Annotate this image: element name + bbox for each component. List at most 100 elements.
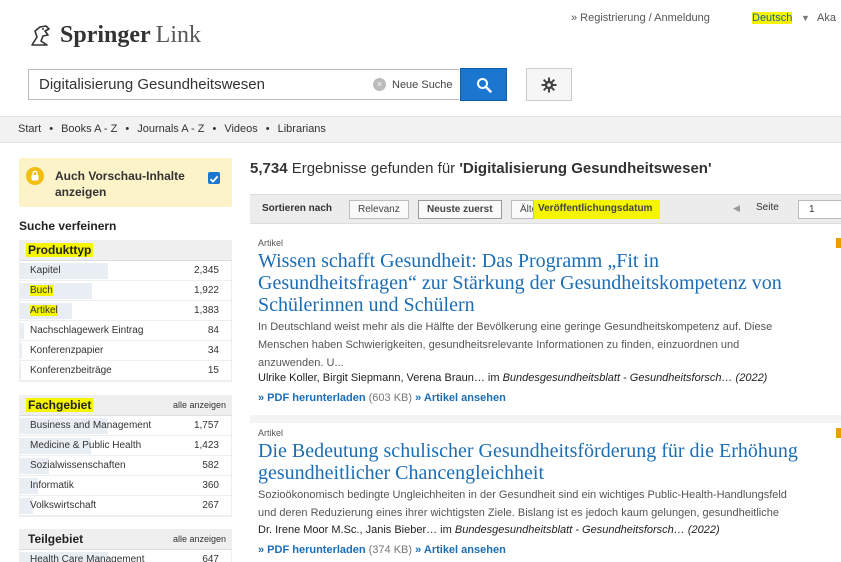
preview-content-toggle[interactable]: Auch Vorschau-Inhalte anzeigen xyxy=(19,158,232,207)
facet-count: 34 xyxy=(207,345,219,356)
snippet-line: anzuwenden. U... xyxy=(258,357,344,369)
result-links: » PDF herunterladen (603 KB) » Artikel a… xyxy=(258,392,506,404)
chevron-down-icon[interactable]: ▼ xyxy=(801,13,810,23)
language-selector[interactable]: Deutsch xyxy=(752,12,793,24)
register-login-link[interactable]: » Registrierung / Anmeldung xyxy=(571,12,710,24)
result-snippet: In Deutschland weist mehr als die Hälfte… xyxy=(258,318,841,372)
clear-icon: × xyxy=(373,78,386,91)
result-title-line: Schülerinnen und Schülern xyxy=(258,294,475,316)
view-article-link[interactable]: » Artikel ansehen xyxy=(415,544,506,556)
brand-name: Springer xyxy=(60,22,151,48)
snippet-line: Menschen haben Schwierigkeiten, gesundhe… xyxy=(258,339,740,351)
results-count: 5,734 Ergebnisse gefunden für 'Digitalis… xyxy=(250,160,712,177)
nav-videos[interactable]: Videos xyxy=(224,123,257,135)
sort-date-button[interactable]: Veröffentlichungsdatum xyxy=(534,200,661,219)
search-icon xyxy=(476,77,492,93)
facet-title: Teilgebiet xyxy=(28,532,84,546)
search-settings-button[interactable] xyxy=(526,68,572,101)
nav-librarians[interactable]: Librarians xyxy=(278,123,326,135)
search-input[interactable] xyxy=(29,70,367,99)
facet-label: Business and Management xyxy=(30,420,152,431)
facet-item[interactable]: Health Care Management 647 xyxy=(20,550,231,562)
result-snippet: Sozioökonomisch bedingte Ungleichheiten … xyxy=(258,486,841,522)
facet-list-subdiscipline: Health Care Management 647 xyxy=(19,550,232,562)
sort-oldest-button[interactable]: Älteste zuerst xyxy=(511,200,534,219)
result-title-link[interactable]: Wissen schafft Gesundheit: Das Programm … xyxy=(258,250,841,316)
facet-title: Fachgebiet xyxy=(26,398,94,412)
facet-count: 84 xyxy=(207,325,219,336)
facet-item[interactable]: Sozialwissenschaften 582 xyxy=(20,456,231,476)
snippet-line: Sozioökonomisch bedingte Ungleichheiten … xyxy=(258,489,787,501)
result-title-line: Gesundheitsfragen“ zur Stärkung der Gesu… xyxy=(258,272,782,294)
search-button[interactable] xyxy=(460,68,507,101)
facet-item[interactable]: Volkswirtschaft 267 xyxy=(20,496,231,516)
pdf-size: (374 KB) xyxy=(365,544,416,556)
result-title-link[interactable]: Die Bedeutung schulischer Gesundheitsför… xyxy=(258,440,841,484)
facet-header-discipline: Fachgebiet alle anzeigen xyxy=(19,395,232,416)
facet-count: 2,345 xyxy=(193,265,219,276)
account-link[interactable]: Aka xyxy=(817,12,836,24)
brand-suffix: Link xyxy=(155,22,201,48)
facet-count: 647 xyxy=(202,554,219,562)
facet-header-subdiscipline: Teilgebiet alle anzeigen xyxy=(19,529,232,550)
nav-start[interactable]: Start xyxy=(18,123,41,135)
facet-label: Artikel xyxy=(30,305,58,316)
nav-journals[interactable]: Journals A - Z xyxy=(137,123,204,135)
result-links: » PDF herunterladen (374 KB) » Artikel a… xyxy=(258,544,506,556)
facet-count: 360 xyxy=(202,480,219,491)
facet-list-discipline: Business and Management 1,757 Medicine &… xyxy=(19,416,232,517)
new-search-button[interactable]: × Neue Suche xyxy=(373,70,453,99)
facet-label: Konferenzbeiträge xyxy=(30,365,112,376)
facet-label: Health Care Management xyxy=(30,554,145,562)
facet-bar xyxy=(20,363,21,379)
in-text: im xyxy=(484,372,503,384)
nav-separator: • xyxy=(212,123,217,135)
author-list[interactable]: Ulrike Koller, Birgit Siepmann, Verena B… xyxy=(258,372,485,384)
facet-item[interactable]: Artikel 1,383 xyxy=(20,301,231,321)
show-all-link[interactable]: alle anzeigen xyxy=(173,534,226,544)
facet-item[interactable]: Informatik 360 xyxy=(20,476,231,496)
result-authors: Ulrike Koller, Birgit Siepmann, Verena B… xyxy=(258,372,841,384)
page-number-input[interactable]: 1 xyxy=(798,200,841,219)
facet-item[interactable]: Kapitel 2,345 xyxy=(20,261,231,281)
preview-content-label: Auch Vorschau-Inhalte anzeigen xyxy=(55,169,185,199)
author-list[interactable]: Dr. Irene Moor M.Sc., Janis Bieber… xyxy=(258,524,437,536)
journal-name[interactable]: Bundesgesundheitsblatt - Gesundheitsfors… xyxy=(503,372,768,384)
facet-item[interactable]: Nachschlagewerk Eintrag 84 xyxy=(20,321,231,341)
facet-label: Buch xyxy=(30,285,53,296)
show-all-link[interactable]: alle anzeigen xyxy=(173,400,226,410)
sort-relevance-button[interactable]: Relevanz xyxy=(349,200,409,219)
result-title-line: gesundheitlicher Chancengleichheit xyxy=(258,462,545,484)
snippet-line: In Deutschland weist mehr als die Hälfte… xyxy=(258,321,773,333)
facet-count: 1,423 xyxy=(193,440,219,451)
checkbox-icon[interactable] xyxy=(208,172,220,184)
in-text: im xyxy=(437,524,455,536)
pdf-download-link[interactable]: » PDF herunterladen xyxy=(258,544,366,556)
pdf-download-link[interactable]: » PDF herunterladen xyxy=(258,392,366,404)
facet-item[interactable]: Buch 1,922 xyxy=(20,281,231,301)
springer-link-logo[interactable]: Springer Link xyxy=(28,22,201,49)
facet-label: Volkswirtschaft xyxy=(30,500,97,511)
facet-item[interactable]: Konferenzpapier 34 xyxy=(20,341,231,361)
facet-count: 1,383 xyxy=(193,305,219,316)
previous-page-icon[interactable]: ◀ xyxy=(733,203,740,214)
facet-item[interactable]: Medicine & Public Health 1,423 xyxy=(20,436,231,456)
facet-label: Sozialwissenschaften xyxy=(30,460,126,471)
sort-newest-button[interactable]: Neuste zuerst xyxy=(418,200,502,219)
view-article-link[interactable]: » Artikel ansehen xyxy=(415,392,506,404)
nav-separator: • xyxy=(49,123,54,135)
lock-icon xyxy=(26,167,44,185)
facet-item[interactable]: Business and Management 1,757 xyxy=(20,416,231,436)
result-title-line: Die Bedeutung schulischer Gesundheitsför… xyxy=(258,440,798,462)
result-divider xyxy=(250,415,841,423)
main-nav: Start • Books A - Z • Journals A - Z • V… xyxy=(18,123,326,135)
facet-label: Nachschlagewerk Eintrag xyxy=(30,325,144,336)
nav-books[interactable]: Books A - Z xyxy=(61,123,117,135)
facet-item[interactable]: Konferenzbeiträge 15 xyxy=(20,361,231,381)
facet-count: 1,922 xyxy=(193,285,219,296)
facet-count: 582 xyxy=(202,460,219,471)
pdf-size: (603 KB) xyxy=(365,392,416,404)
journal-name[interactable]: Bundesgesundheitsblatt - Gesundheitsfors… xyxy=(455,524,720,536)
springer-horse-icon xyxy=(31,24,50,46)
results-text: Ergebnisse gefunden für xyxy=(287,160,460,177)
